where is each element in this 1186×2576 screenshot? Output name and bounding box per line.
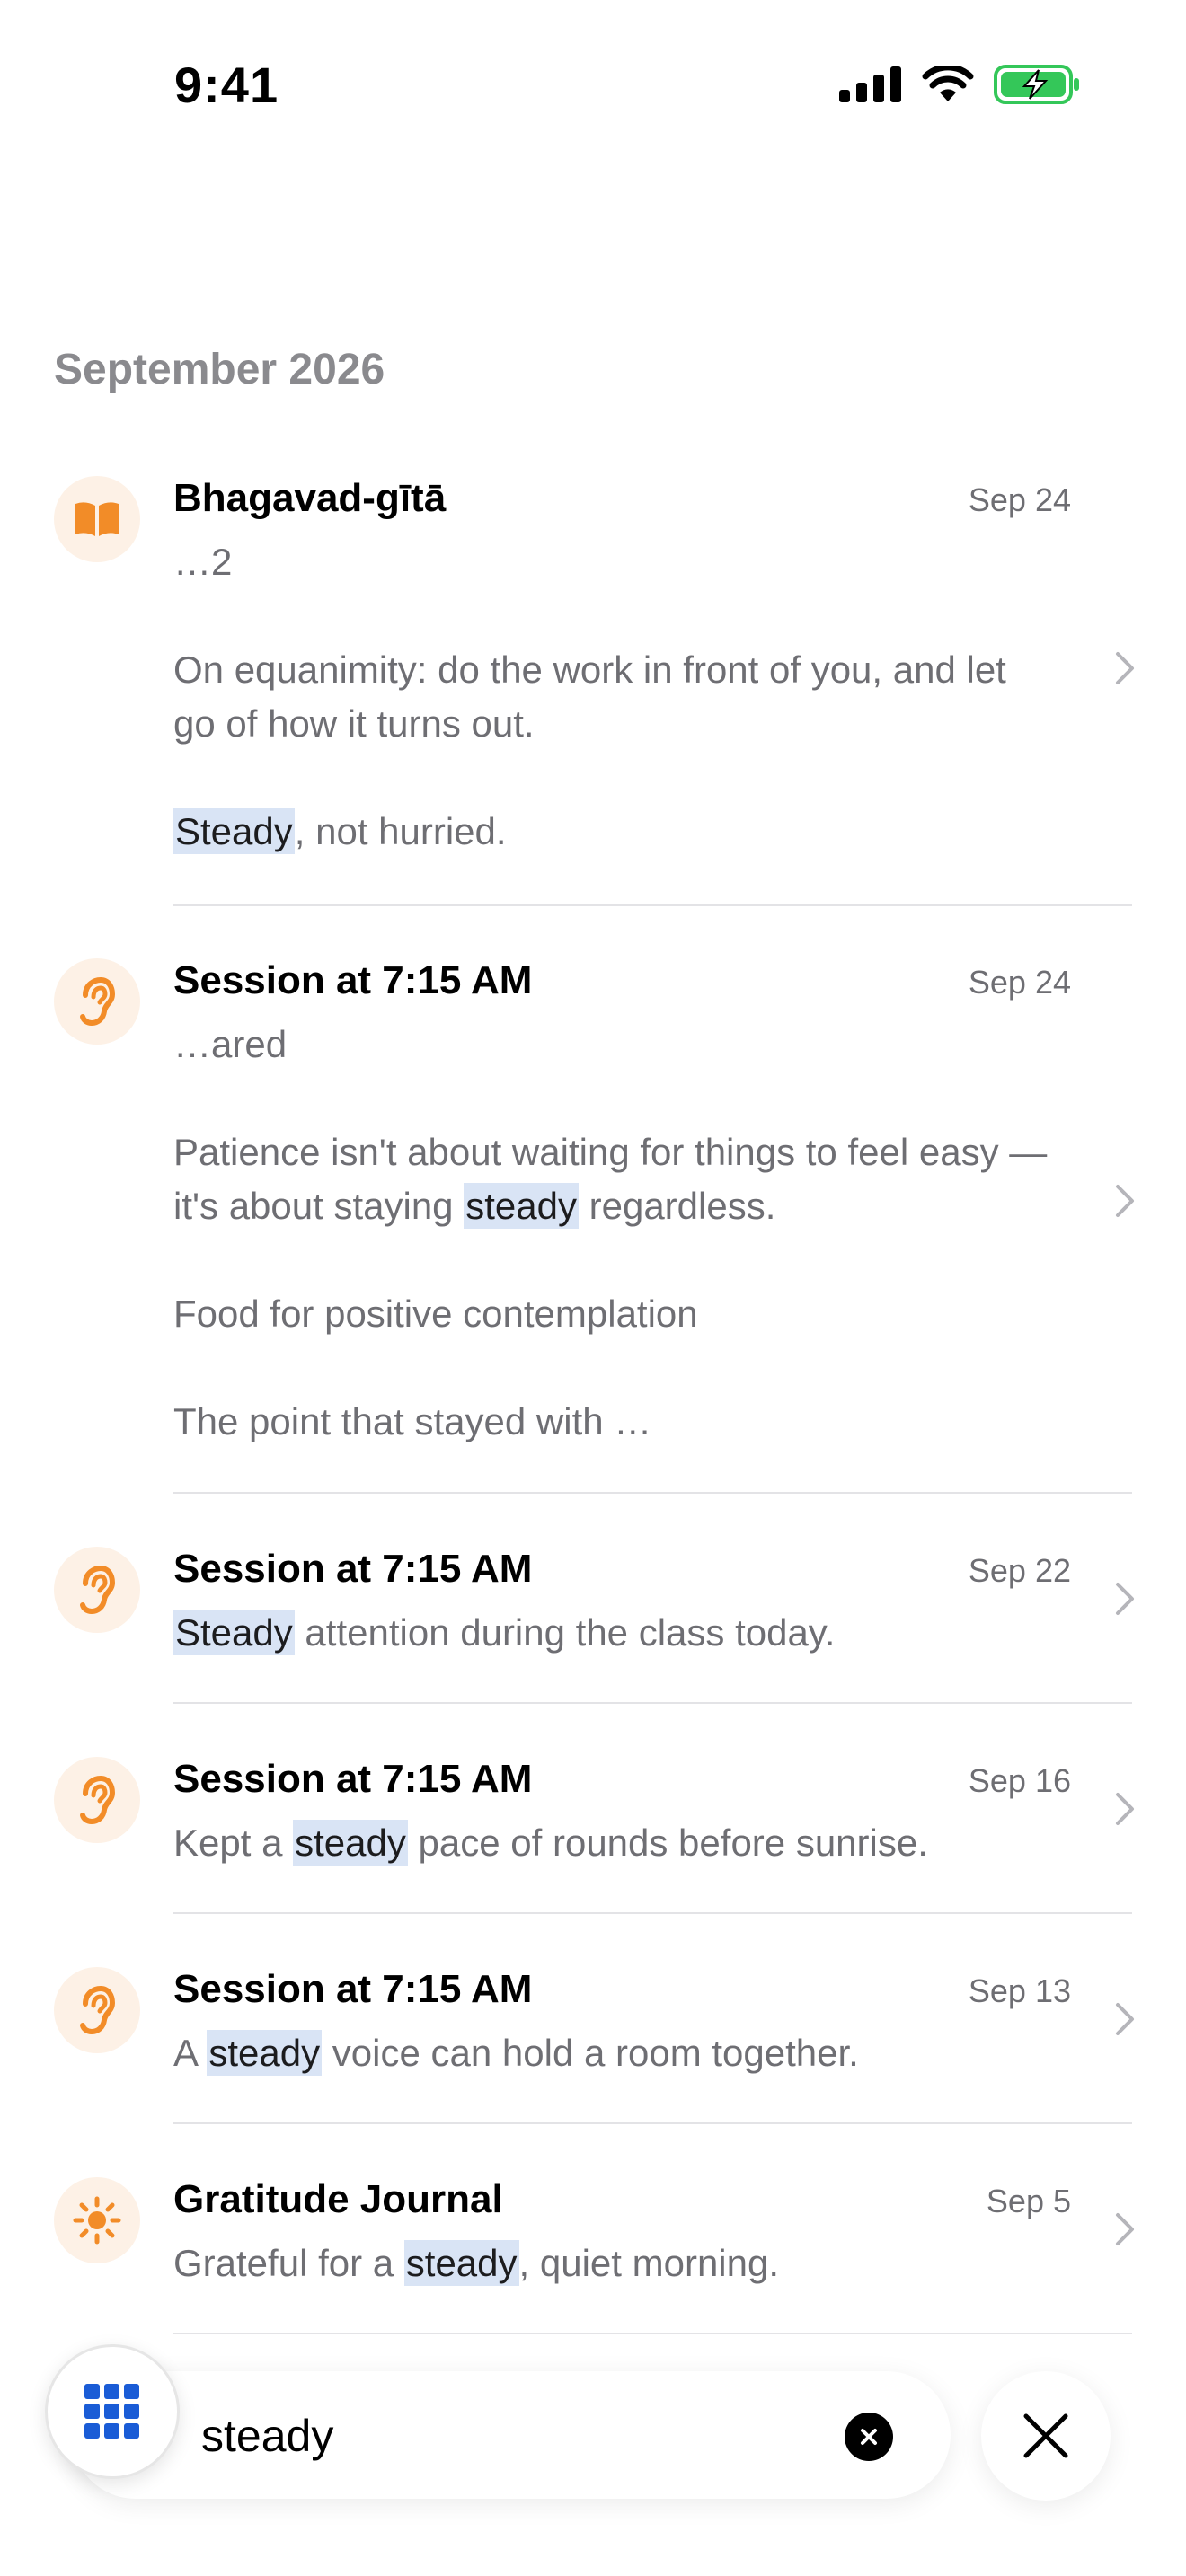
- row-divider: [173, 1912, 1132, 1914]
- text-after: regardless.: [578, 1185, 776, 1227]
- battery-charging-icon: [994, 65, 1079, 104]
- search-input[interactable]: steady: [201, 2410, 333, 2462]
- entry-title: Gratitude Journal: [173, 2177, 503, 2221]
- chevron-right-icon: [1116, 1583, 1134, 1615]
- entry-paragraph: Kept a steady pace of rounds before sunr…: [173, 1816, 1054, 1870]
- entry-title: Session at 7:15 AM: [173, 1547, 533, 1591]
- entry-date: Sep 13: [968, 1972, 1071, 2009]
- row-divider: [173, 2333, 1132, 2334]
- text-before: Grateful for a: [173, 2242, 404, 2284]
- entry-title: Session at 7:15 AM: [173, 1757, 533, 1801]
- row-divider: [173, 1702, 1132, 1704]
- entry-row[interactable]: Session at 7:15 AM Sep 22 Steady attenti…: [0, 1547, 1186, 1699]
- text-before: Kept a: [173, 1822, 294, 1864]
- search-match-highlight: steady: [403, 2240, 519, 2286]
- entry-body: …2 On equanimity: do the work in front o…: [173, 535, 1054, 859]
- entry-date: Sep 24: [968, 964, 1071, 1001]
- entry-avatar: [54, 1757, 140, 1843]
- text-after: , quiet morning.: [518, 2242, 780, 2284]
- entry-avatar: [54, 476, 140, 562]
- entry-date: Sep 22: [968, 1552, 1071, 1589]
- text-before: A: [173, 2032, 208, 2074]
- grid-icon: [84, 2384, 139, 2439]
- entry-body: A steady voice can hold a room together.: [173, 2026, 1054, 2080]
- entry-body: …ared Patience isn't about waiting for t…: [173, 1018, 1054, 1449]
- cellular-signal-icon: [839, 66, 901, 102]
- sun-icon: [73, 2196, 121, 2245]
- entry-paragraph: A steady voice can hold a room together.: [173, 2026, 1054, 2080]
- text-after: , not hurried.: [294, 810, 507, 852]
- ear-icon: [80, 1566, 116, 1614]
- status-time: 9:41: [174, 57, 279, 113]
- entry-date: Sep 5: [986, 2183, 1071, 2219]
- entry-paragraph: Food for positive contemplation: [173, 1292, 698, 1335]
- entry-date: Sep 16: [968, 1762, 1071, 1799]
- entry-body: Steady attention during the class today.: [173, 1606, 1054, 1660]
- entry-paragraph: On equanimity: do the work in front of y…: [173, 648, 1006, 745]
- entry-paragraph: Steady, not hurried.: [173, 805, 1054, 859]
- chevron-right-icon: [1116, 1793, 1134, 1825]
- entry-body: Kept a steady pace of rounds before sunr…: [173, 1816, 1054, 1870]
- entry-title: Session at 7:15 AM: [173, 1967, 533, 2011]
- text-after: pace of rounds before sunrise.: [407, 1822, 928, 1864]
- search-match-highlight: Steady: [173, 808, 295, 854]
- entry-avatar: [54, 1967, 140, 2053]
- ear-icon: [80, 1776, 116, 1824]
- chevron-right-icon: [1116, 2003, 1134, 2035]
- entry-row[interactable]: Session at 7:15 AM Sep 16 Kept a steady …: [0, 1757, 1186, 1910]
- row-divider: [173, 904, 1132, 906]
- search-match-highlight: steady: [293, 1820, 408, 1866]
- book-icon: [75, 502, 119, 536]
- app-grid-button[interactable]: [45, 2344, 180, 2479]
- chevron-right-icon: [1116, 2213, 1134, 2245]
- entry-paragraph: …ared: [173, 1023, 288, 1065]
- status-icons: [839, 65, 1080, 104]
- chevron-right-icon: [1116, 1185, 1134, 1217]
- entry-row[interactable]: Gratitude Journal Sep 5 Grateful for a s…: [0, 2177, 1186, 2330]
- entry-title: Bhagavad-gītā: [173, 476, 447, 520]
- clear-icon: [861, 2429, 877, 2445]
- entry-row[interactable]: Session at 7:15 AM Sep 13 A steady voice…: [0, 1967, 1186, 2120]
- row-divider: [173, 2122, 1132, 2124]
- entry-paragraph: The point that stayed with …: [173, 1400, 652, 1442]
- search-match-highlight: Steady: [173, 1610, 295, 1655]
- entry-paragraph: Patience isn't about waiting for things …: [173, 1125, 1054, 1233]
- text-after: attention during the class today.: [294, 1611, 836, 1654]
- status-bar: 9:41: [0, 0, 1186, 171]
- entry-paragraph: Grateful for a steady, quiet morning.: [173, 2236, 1054, 2290]
- entry-avatar: [54, 2177, 140, 2263]
- entry-paragraph: Steady attention during the class today.: [173, 1606, 1054, 1660]
- entry-avatar: [54, 958, 140, 1045]
- entry-paragraph: …2: [173, 541, 233, 583]
- month-header: September 2026: [54, 346, 385, 393]
- wifi-icon: [922, 66, 974, 101]
- row-divider: [173, 1492, 1132, 1494]
- entry-row[interactable]: Bhagavad-gītā Sep 24 …2 On equanimity: d…: [0, 476, 1186, 907]
- close-search-button[interactable]: [981, 2371, 1111, 2501]
- chevron-right-icon: [1116, 652, 1134, 684]
- entry-title: Session at 7:15 AM: [173, 958, 533, 1002]
- ear-icon: [80, 1986, 116, 2034]
- search-match-highlight: steady: [464, 1183, 579, 1229]
- search-match-highlight: steady: [207, 2030, 323, 2076]
- entry-avatar: [54, 1547, 140, 1633]
- close-icon: [1023, 2413, 1068, 2458]
- text-after: voice can hold a room together.: [322, 2032, 859, 2074]
- ear-icon: [80, 977, 116, 1026]
- entry-row[interactable]: Session at 7:15 AM Sep 24 …ared Patience…: [0, 958, 1186, 1497]
- clear-search-button[interactable]: [845, 2413, 893, 2461]
- entry-date: Sep 24: [968, 481, 1071, 518]
- entry-body: Grateful for a steady, quiet morning.: [173, 2236, 1054, 2290]
